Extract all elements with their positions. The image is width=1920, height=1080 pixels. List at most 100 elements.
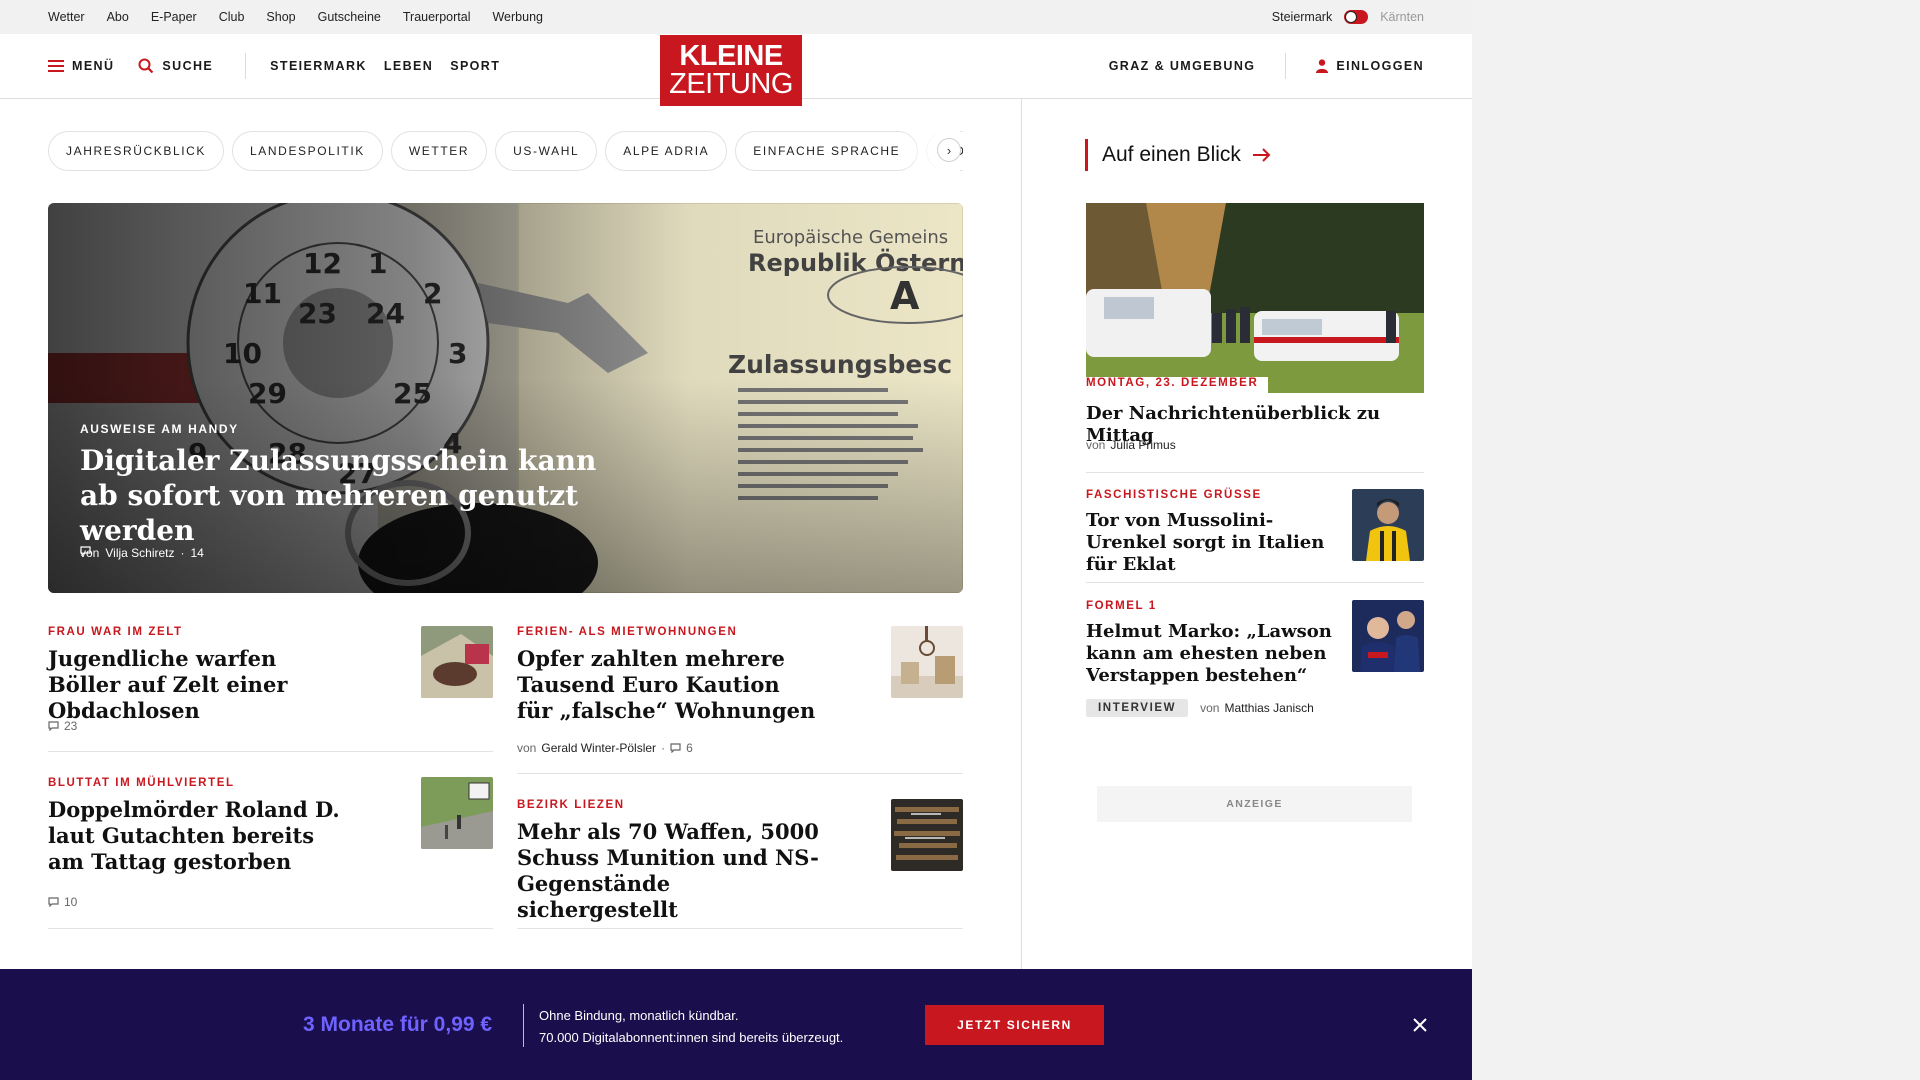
utility-link-gutscheine[interactable]: Gutscheine [318,10,381,24]
sidebar-item-byline: von Matthias Janisch [1200,701,1314,715]
police-scene-image [1086,203,1424,393]
region-kaernten[interactable]: Kärnten [1380,10,1424,24]
hamburger-icon [48,60,64,72]
utility-link-trauerportal[interactable]: Trauerportal [403,10,471,24]
close-icon[interactable] [1408,1013,1432,1037]
main-header: MENÜ SUCHE STEIERMARK LEBEN SPORT KLEINE… [0,34,1472,106]
hero-kicker: AUSWEISE AM HANDY [80,422,239,436]
article-title[interactable]: Opfer zahlten mehrere Tausend Euro Kauti… [517,646,817,724]
article-card[interactable]: BLUTTAT IM MÜHLVIERTEL Doppelmörder Rola… [48,777,348,887]
menu-button[interactable]: MENÜ [48,59,114,73]
interview-badge: INTERVIEW [1086,699,1189,717]
header-divider-right [1285,53,1287,79]
region-toggle[interactable] [1344,10,1369,24]
meta-dot: · [661,741,666,755]
article-thumbnail[interactable] [891,799,963,871]
lead-author[interactable]: Julia Primus [1110,438,1175,452]
article-author[interactable]: Gerald Winter-Pölsler [541,741,656,755]
article-comments[interactable]: 23 [64,719,77,733]
utility-link-club[interactable]: Club [219,10,245,24]
topic-chip[interactable]: US-WAHL [495,131,598,171]
hero-title[interactable]: Digitaler Zulassungsschein kann ab sofor… [80,443,640,548]
search-icon [138,58,154,74]
sidebar-item-meta: INTERVIEW von Matthias Janisch [1086,699,1314,717]
comment-icon [48,721,59,731]
topic-chip[interactable]: EINFACHE SPRACHE [735,131,919,171]
lead-by: von [1086,438,1106,452]
utility-link-abo[interactable]: Abo [107,10,129,24]
promo-cta-button[interactable]: JETZT SICHERN [925,1005,1104,1045]
article-thumbnail[interactable] [891,626,963,698]
weapons-image [891,799,963,871]
utility-link-shop[interactable]: Shop [266,10,295,24]
comment-icon [670,743,681,753]
sidebar: Auf einen Blick MONTAG, 23. DEZEMBER Der… [1023,99,1472,1080]
nav-steiermark[interactable]: STEIERMARK [270,59,367,73]
sidebar-item-thumbnail[interactable] [1352,600,1424,672]
article-title[interactable]: Doppelmörder Roland D. laut Gutachten be… [48,797,348,875]
hero-article[interactable]: Europäische Gemeins Republik Östern A Zu… [48,203,963,593]
region-switch: Steiermark Kärnten [1272,0,1424,34]
nav-graz-umgebung[interactable]: GRAZ & UMGEBUNG [1109,59,1256,73]
comment-icon [48,897,59,907]
utility-link-werbung[interactable]: Werbung [492,10,543,24]
article-kicker: BEZIRK LIEZEN [517,799,625,811]
utility-link-wetter[interactable]: Wetter [48,10,85,24]
site-logo[interactable]: KLEINE ZEITUNG [660,35,802,106]
chips-next-button[interactable]: › [937,138,961,162]
hero-meta: von Vilja Schiretz · 14 [80,546,204,560]
header-divider [245,53,247,79]
article-card[interactable]: BEZIRK LIEZEN Mehr als 70 Waffen, 5000 S… [517,799,827,922]
sidebar-item-kicker: FORMEL 1 [1086,600,1157,612]
arrow-right-icon [1252,148,1271,162]
article-title[interactable]: Jugendliche warfen Böller auf Zelt einer… [48,646,348,724]
article-comments[interactable]: 10 [64,895,77,909]
article-card[interactable]: FRAU WAR IM ZELT Jugendliche warfen Böll… [48,626,348,723]
footballer-image [1352,489,1424,561]
tent-image [421,626,493,698]
search-button[interactable]: SUCHE [138,58,213,74]
sidebar-item-author[interactable]: Matthias Janisch [1224,701,1313,715]
article-meta: 23 [48,719,77,733]
article-thumbnail[interactable] [421,626,493,698]
meta-dot: · [180,546,185,560]
topic-chip[interactable]: LANDESPOLITIK [232,131,383,171]
topic-chip[interactable]: WETTER [390,131,488,171]
promo-line-2: 70.000 Digitalabonnent:innen sind bereit… [539,1030,844,1045]
sidebar-item-kicker: FASCHISTISCHE GRÜSSE [1086,489,1262,501]
region-steiermark[interactable]: Steiermark [1272,10,1332,24]
sidebar-heading[interactable]: Auf einen Blick [1085,139,1271,171]
sidebar-item-by: von [1200,701,1220,715]
article-divider [48,751,493,752]
article-title[interactable]: Mehr als 70 Waffen, 5000 Schuss Munition… [517,819,827,923]
login-button[interactable]: EINLOGGEN [1316,59,1424,73]
nav-leben[interactable]: LEBEN [384,59,433,73]
utility-link-epaper[interactable]: E-Paper [151,10,197,24]
hero-author[interactable]: Vilja Schiretz [105,546,174,560]
sidebar-item-thumbnail[interactable] [1352,489,1424,561]
chevron-right-icon: › [946,142,952,158]
toggle-knob [1345,11,1358,23]
topic-chip[interactable]: ALPE ADRIA [605,131,728,171]
search-label: SUCHE [162,59,214,73]
hero-comments[interactable]: 14 [191,546,204,560]
sidebar-item-title[interactable]: Helmut Marko: „Lawson kann am ehesten ne… [1086,621,1341,687]
racing-team-image [1352,600,1424,672]
article-card[interactable]: FERIEN- ALS MIETWOHNUNGEN Opfer zahlten … [517,626,817,736]
lead-thumbnail[interactable] [1086,203,1424,393]
lead-date: MONTAG, 23. DEZEMBER [1086,377,1269,395]
site: Wetter Abo E-Paper Club Shop Gutscheine … [0,0,1472,1080]
logo-line-2: ZEITUNG [669,68,793,100]
article-kicker: FERIEN- ALS MIETWOHNUNGEN [517,626,738,638]
topic-chips: JAHRESRÜCKBLICK LANDESPOLITIK WETTER US-… [48,131,963,171]
nav-sport[interactable]: SPORT [450,59,500,73]
article-comments[interactable]: 6 [686,741,693,755]
login-label: EINLOGGEN [1336,59,1424,73]
sidebar-item-title[interactable]: Tor von Mussolini-Urenkel sorgt in Itali… [1086,510,1341,576]
article-meta: von Gerald Winter-Pölsler · 6 [517,741,693,755]
header-right-nav: GRAZ & UMGEBUNG EINLOGGEN [1109,34,1424,98]
crime-scene-image [421,777,493,849]
topic-chip[interactable]: JAHRESRÜCKBLICK [48,131,225,171]
promo-divider [523,1004,524,1047]
article-thumbnail[interactable] [421,777,493,849]
